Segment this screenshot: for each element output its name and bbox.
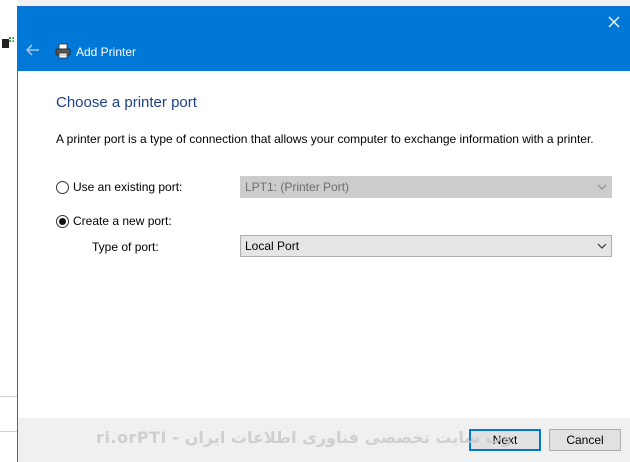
background-desktop-strip (0, 0, 17, 462)
background-divider (0, 431, 17, 432)
back-arrow-icon[interactable] (26, 44, 40, 56)
add-printer-window: Add Printer Choose a printer port A prin… (17, 6, 630, 462)
chevron-down-icon (597, 184, 607, 190)
cancel-button[interactable]: Cancel (549, 429, 621, 451)
printer-icon (55, 43, 71, 59)
existing-port-select: LPT1: (Printer Port) (240, 176, 612, 198)
chevron-down-icon (597, 243, 607, 249)
port-type-select[interactable]: Local Port (240, 235, 612, 257)
new-port-radio[interactable] (56, 215, 69, 228)
page-description: A printer port is a type of connection t… (56, 132, 594, 146)
new-port-label[interactable]: Create a new port: (73, 214, 172, 228)
window-title: Add Printer (76, 45, 137, 59)
title-bar: Add Printer (18, 7, 630, 71)
existing-port-value: LPT1: (Printer Port) (245, 180, 350, 194)
port-type-label: Type of port: (92, 240, 159, 254)
background-printer-icon (2, 36, 14, 48)
watermark-text: وب سایت تخصصی فناوری اطلاعات ایران - ITP… (96, 428, 512, 447)
existing-port-radio[interactable] (56, 181, 69, 194)
wizard-content: Choose a printer port A printer port is … (18, 71, 630, 418)
page-heading: Choose a printer port (56, 94, 197, 111)
existing-port-label[interactable]: Use an existing port: (73, 180, 182, 194)
background-divider (0, 396, 17, 397)
close-icon[interactable] (606, 14, 622, 30)
port-type-value: Local Port (245, 239, 300, 253)
